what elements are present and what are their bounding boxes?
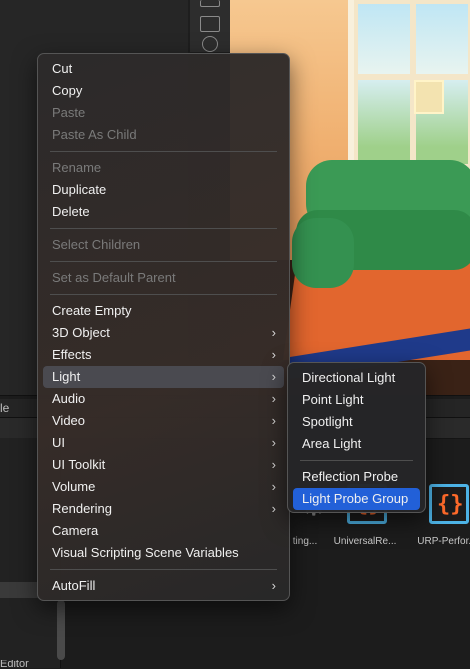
menu-item-3d-object[interactable]: 3D Object ›	[43, 322, 284, 344]
submenu-item-reflection-probe[interactable]: Reflection Probe	[293, 466, 420, 488]
menu-item-ui-toolkit[interactable]: UI Toolkit ›	[43, 454, 284, 476]
menu-item-ui[interactable]: UI ›	[43, 432, 284, 454]
menu-item-label: UI Toolkit	[52, 457, 106, 472]
submenu-item-spotlight[interactable]: Spotlight	[293, 411, 420, 433]
menu-item-paste-as-child: Paste As Child	[43, 124, 284, 146]
chevron-right-icon: ›	[271, 369, 276, 384]
menu-item-label: Rendering	[52, 501, 112, 516]
chevron-right-icon: ›	[271, 501, 276, 516]
submenu-item-label: Directional Light	[302, 370, 396, 385]
menu-item-audio[interactable]: Audio ›	[43, 388, 284, 410]
menu-item-delete[interactable]: Delete	[43, 201, 284, 223]
submenu-item-directional-light[interactable]: Directional Light	[293, 367, 420, 389]
menu-item-label: Light	[52, 369, 81, 384]
menu-separator	[50, 569, 277, 570]
menu-item-label: Create Empty	[52, 303, 132, 318]
menu-item-label: Volume	[52, 479, 96, 494]
rect-transform-tool-icon[interactable]	[200, 16, 220, 32]
hierarchy-context-menu: Cut Copy Paste Paste As Child Rename Duplicat…	[37, 53, 290, 601]
menu-item-label: Set as Default Parent	[52, 270, 176, 285]
menu-item-copy[interactable]: Copy	[43, 80, 284, 102]
chevron-right-icon: ›	[271, 347, 276, 362]
menu-item-label: Rename	[52, 160, 102, 175]
menu-item-label: AutoFill	[52, 578, 96, 593]
submenu-item-label: Point Light	[302, 392, 364, 407]
menu-item-autofill[interactable]: AutoFill ›	[43, 575, 284, 597]
menu-item-label: Select Children	[52, 237, 141, 252]
menu-item-label: Audio	[52, 391, 86, 406]
submenu-item-label: Reflection Probe	[302, 469, 399, 484]
asset-name: URP-Perfor...	[417, 536, 470, 547]
submenu-item-point-light[interactable]: Point Light	[293, 389, 420, 411]
rect-tool-icon[interactable]	[200, 0, 220, 7]
scrollbar[interactable]	[57, 600, 65, 660]
menu-item-label: Effects	[52, 347, 92, 362]
menu-item-label: Paste	[52, 105, 86, 120]
panel-tab-label[interactable]: le	[0, 399, 9, 417]
scene-sofa-arm	[292, 218, 354, 288]
chevron-right-icon: ›	[271, 391, 276, 406]
menu-item-video[interactable]: Video ›	[43, 410, 284, 432]
scene-window	[348, 0, 470, 170]
menu-item-rendering[interactable]: Rendering ›	[43, 498, 284, 520]
light-submenu: Directional Light Point Light Spotlight Are…	[287, 362, 426, 513]
chevron-right-icon: ›	[271, 435, 276, 450]
transform-tool-icon[interactable]	[202, 36, 218, 52]
menu-item-paste: Paste	[43, 102, 284, 124]
folder-tree-selected-row[interactable]	[0, 582, 40, 598]
menu-item-label: Cut	[52, 61, 73, 76]
menu-item-label: Visual Scripting Scene Variables	[52, 545, 239, 560]
chevron-right-icon: ›	[271, 578, 276, 593]
menu-item-label: 3D Object	[52, 325, 110, 340]
submenu-item-label: Spotlight	[302, 414, 353, 429]
menu-item-label: UI	[52, 435, 65, 450]
menu-separator	[50, 261, 277, 262]
menu-item-label: Camera	[52, 523, 99, 538]
menu-item-label: Copy	[52, 83, 83, 98]
menu-item-label: Video	[52, 413, 86, 428]
urp-script-icon: {}	[423, 480, 470, 528]
menu-item-label: Delete	[52, 204, 90, 219]
menu-item-rename: Rename	[43, 157, 284, 179]
menu-item-set-as-default-parent: Set as Default Parent	[43, 267, 284, 289]
menu-item-camera[interactable]: Camera	[43, 520, 284, 542]
menu-separator	[300, 460, 413, 461]
menu-item-cut[interactable]: Cut	[43, 58, 284, 80]
submenu-item-label: Light Probe Group	[302, 491, 409, 506]
chevron-right-icon: ›	[271, 479, 276, 494]
chevron-right-icon: ›	[271, 457, 276, 472]
submenu-item-label: Area Light	[302, 436, 362, 451]
menu-item-effects[interactable]: Effects ›	[43, 344, 284, 366]
chevron-right-icon: ›	[271, 413, 276, 428]
asset-name: UniversalRe...	[333, 536, 397, 547]
menu-item-label: Duplicate	[52, 182, 107, 197]
chevron-right-icon: ›	[271, 325, 276, 340]
menu-item-duplicate[interactable]: Duplicate	[43, 179, 284, 201]
menu-separator	[50, 151, 277, 152]
menu-item-create-empty[interactable]: Create Empty	[43, 300, 284, 322]
submenu-item-area-light[interactable]: Area Light	[293, 433, 420, 455]
menu-item-light[interactable]: Light ›	[43, 366, 284, 388]
menu-separator	[50, 294, 277, 295]
menu-item-volume[interactable]: Volume ›	[43, 476, 284, 498]
folder-tree-label: Editor	[0, 660, 29, 668]
light-gizmo-icon[interactable]	[414, 80, 444, 114]
scene-tool-strip	[190, 0, 231, 52]
menu-item-select-children: Select Children	[43, 234, 284, 256]
menu-item-label: Paste As Child	[52, 127, 137, 142]
menu-separator	[50, 228, 277, 229]
submenu-item-light-probe-group[interactable]: Light Probe Group	[293, 488, 420, 510]
menu-item-visual-scripting-scene-variables[interactable]: Visual Scripting Scene Variables	[43, 542, 284, 564]
